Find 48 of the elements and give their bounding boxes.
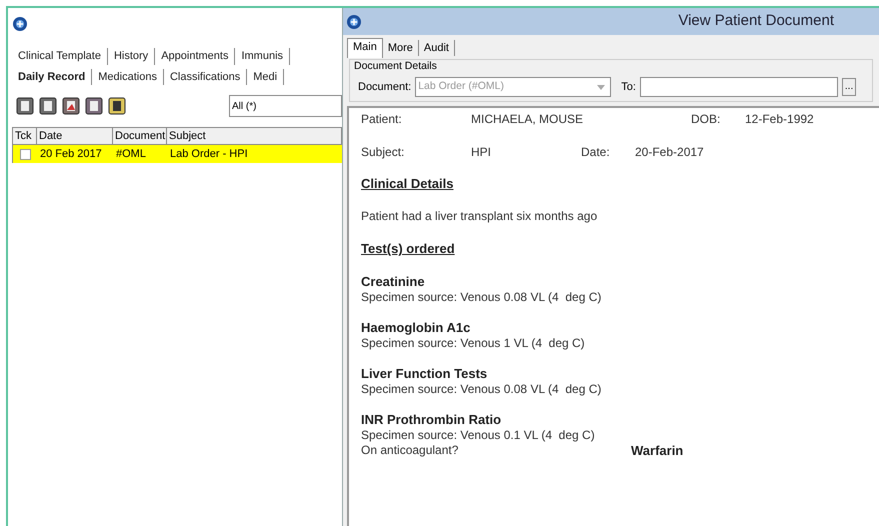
browse-button[interactable]: ...	[842, 78, 856, 96]
tab[interactable]: Daily Record	[12, 68, 92, 85]
specimen-text: Specimen source: Venous 0.08 VL (4 deg C)	[361, 382, 602, 397]
answer-text: Warfarin	[631, 442, 684, 458]
field-value: 20-Feb-2017	[635, 144, 704, 161]
tab[interactable]: Clinical Template	[12, 48, 108, 64]
to-field[interactable]	[640, 76, 838, 97]
to-label: To:	[621, 80, 636, 94]
globe-icon	[12, 16, 28, 32]
field-value: HPI	[471, 144, 492, 161]
field-value: MICHAELA, MOUSE	[471, 110, 584, 128]
tab[interactable]: Main	[347, 38, 383, 58]
tab[interactable]: Immunis	[235, 48, 290, 64]
tab[interactable]: History	[108, 48, 156, 64]
field-label: DOB:	[691, 110, 722, 128]
table-cell-text: #OML	[115, 146, 147, 162]
specimen-text: Specimen source: Venous 0.1 VL (4 deg C)	[361, 428, 595, 443]
field-label: Date:	[581, 144, 611, 161]
section-heading: Clinical Details	[361, 174, 454, 193]
tab[interactable]: Medi	[247, 68, 284, 85]
section-heading: Test(s) ordered	[361, 240, 455, 258]
image-document-icon[interactable]	[62, 97, 80, 115]
question-text: On anticoagulant?	[361, 442, 460, 458]
tab[interactable]: Medications	[92, 68, 164, 85]
dropdown-arrow-icon	[596, 82, 606, 91]
test-name: Liver Function Tests	[361, 366, 488, 382]
tab[interactable]: More	[382, 40, 419, 56]
specimen-text: Specimen source: Venous 1 VL (4 deg C)	[361, 336, 585, 351]
test-name: Haemoglobin A1c	[361, 320, 470, 336]
clinical-text: Patient had a liver transplant six months ago	[361, 208, 598, 226]
field-value: 12-Feb-1992	[745, 110, 814, 128]
specimen-text: Specimen source: Venous 0.08 VL (4 deg C)	[361, 290, 602, 305]
checkbox[interactable]	[20, 148, 30, 160]
test-name: INR Prothrombin Ratio	[361, 412, 502, 428]
window-title: View Patient Document	[678, 11, 834, 32]
new-document-icon[interactable]	[16, 97, 34, 115]
filter-field[interactable]: All (*)	[229, 95, 342, 117]
tab[interactable]: Appointments	[155, 48, 236, 64]
field-label: Subject:	[361, 144, 406, 161]
tab[interactable]: Classifications	[164, 68, 248, 85]
test-name: Creatinine	[361, 274, 425, 290]
tab[interactable]: Audit	[418, 40, 455, 56]
globe-icon	[346, 14, 362, 30]
table-cell-text: 20 Feb 2017	[39, 146, 103, 162]
table-cell-text: Lab Order - HPI	[169, 146, 249, 162]
group-label: Document Details	[354, 59, 438, 74]
field-label: Patient:	[361, 110, 403, 128]
document-label: Document:	[358, 80, 412, 94]
